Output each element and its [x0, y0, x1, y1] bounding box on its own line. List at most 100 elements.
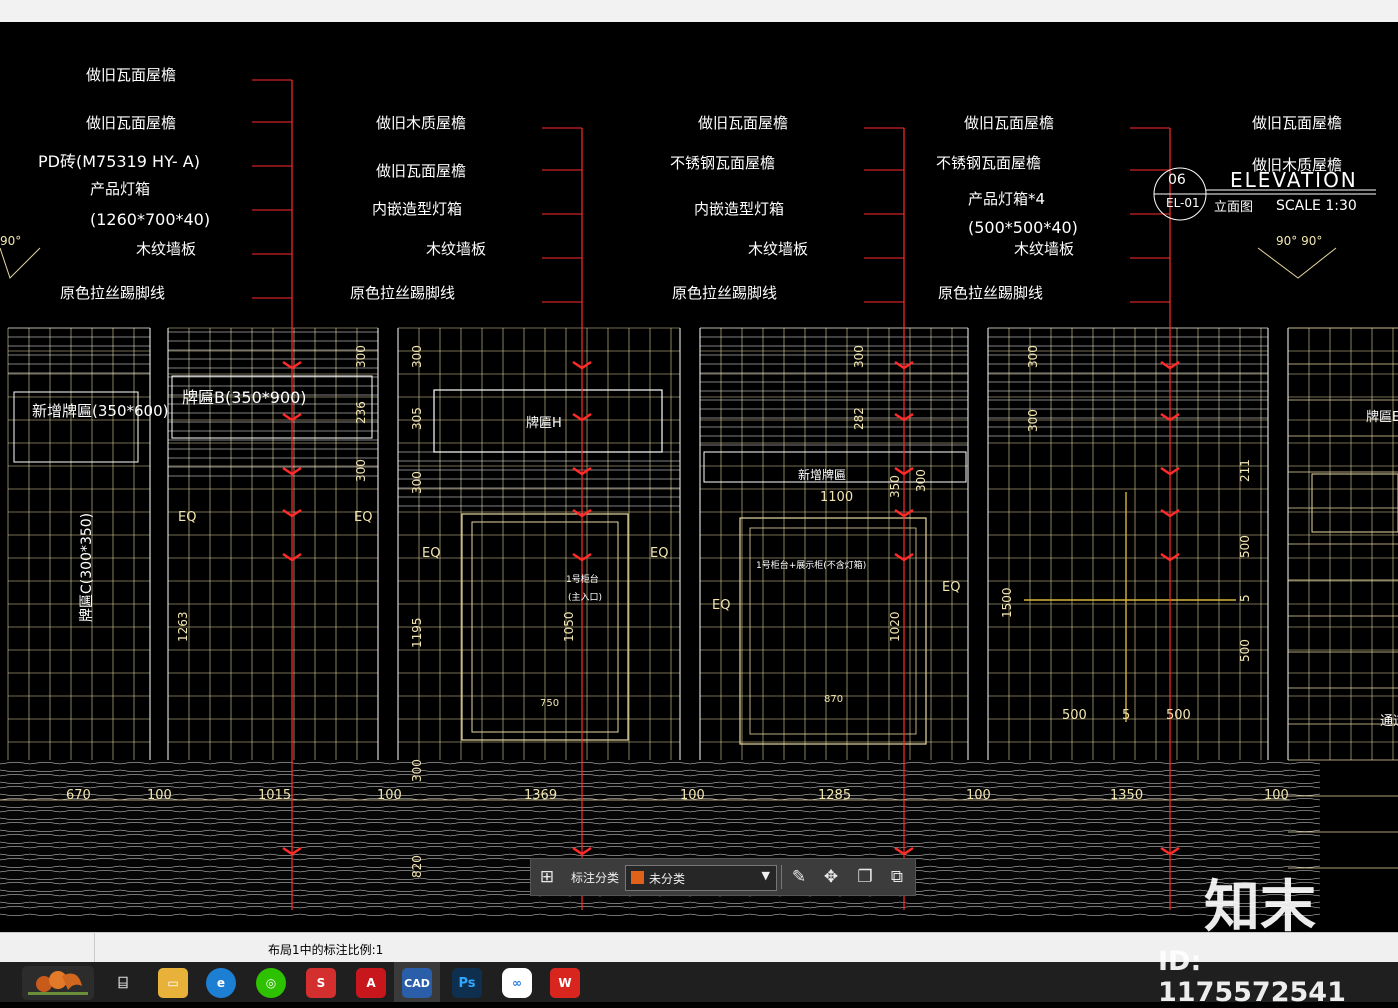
copy-icon[interactable]: ❐	[853, 865, 877, 889]
dim-vertical: 236	[354, 401, 368, 424]
label-product-lightbox-4: 产品灯箱*4	[968, 190, 1046, 208]
label-lightbox-size: (1260*700*40)	[90, 210, 211, 229]
dim-vertical: 1020	[888, 611, 902, 642]
dim-vertical: 282	[852, 407, 866, 430]
chevron-down-icon: ▼	[761, 869, 770, 882]
label-tile-code: PD砖(M75319 HY- A)	[38, 152, 200, 171]
eq-mark: EQ	[422, 546, 441, 561]
dim-vertical: 300	[410, 345, 424, 368]
ie-browser-icon[interactable]: e	[206, 968, 236, 998]
annex-panel	[1311, 473, 1398, 533]
angle-mark-right: 90° 90°	[1276, 234, 1323, 248]
label-roof-3a: 做旧瓦面屋檐	[698, 114, 789, 132]
dim-vertical: 305	[410, 407, 424, 430]
annotation-toolbar: ⊞ 标注分类 未分类 ▼ ✎ ✥ ❐ ⧉	[530, 858, 916, 896]
category-selected-value: 未分类	[649, 872, 686, 886]
task-view-icon[interactable]: ⌸	[108, 968, 138, 998]
dim-inner: 750	[540, 698, 560, 709]
eq-mark: EQ	[354, 510, 373, 525]
label-roof-1b: 做旧瓦面屋檐	[86, 114, 177, 132]
sign-new-plaque-2: 新增牌匾	[798, 468, 847, 482]
angle-mark-left-shape	[0, 247, 41, 279]
squirrel-logo	[22, 966, 94, 1000]
label-roof-1a: 做旧瓦面屋檐	[86, 66, 177, 84]
label-inset-lightbox-3: 内嵌造型灯箱	[694, 200, 785, 218]
move-icon[interactable]: ✥	[819, 865, 843, 889]
dim-bottom: 100	[1264, 788, 1289, 803]
sign-new-plaque: 新增牌匾(350*600)	[32, 402, 169, 420]
label-skirting-1: 原色拉丝踢脚线	[60, 284, 166, 302]
label-roof-2b: 做旧瓦面屋檐	[376, 162, 467, 180]
wood-grain-line	[0, 913, 1321, 916]
paste-icon[interactable]: ⧉	[885, 865, 909, 889]
baidu-netdisk-icon[interactable]: ∞	[502, 968, 532, 998]
autocad-icon[interactable]: A	[356, 968, 386, 998]
label-wood-panel-1: 木纹墙板	[136, 240, 197, 258]
dim-vertical: 300	[1026, 409, 1040, 432]
eq-mark: EQ	[650, 546, 669, 561]
dim-inner: 500	[1062, 708, 1087, 723]
dim-bottom: 100	[966, 788, 991, 803]
angle-mark-right-shape	[1257, 247, 1337, 279]
label-roof-2a: 做旧木质屋檐	[376, 114, 467, 132]
label-lightbox-size-4: (500*500*40)	[968, 218, 1078, 237]
label-skirting-3: 原色拉丝踢脚线	[672, 284, 778, 302]
annotation-scale-status: 布局1中的标注比例:1	[268, 943, 384, 957]
dim-inner: 500	[1166, 708, 1191, 723]
cabinet-label: 1号柜台	[566, 575, 599, 585]
dim-vertical: 211	[1238, 459, 1252, 482]
title-code: EL-01	[1166, 196, 1200, 210]
dim-vertical: 300	[914, 469, 928, 492]
label-roof-4a: 做旧瓦面屋檐	[964, 114, 1055, 132]
sign-plaque-c: 牌匾C(300*350)	[79, 512, 95, 622]
dim-inner: 1100	[820, 490, 854, 505]
dim-inner: 5	[1122, 708, 1131, 723]
category-color-swatch	[631, 871, 644, 884]
toolbar-divider	[781, 865, 782, 889]
label-inset-lightbox-2: 内嵌造型灯箱	[372, 200, 463, 218]
dim-bottom: 1350	[1110, 788, 1144, 803]
squirrel-logo-image	[28, 971, 88, 995]
title-elevation: ELEVATION	[1230, 168, 1358, 192]
title-subtitle: 立面图	[1214, 200, 1254, 215]
label-steel-roof-3: 不锈钢瓦面屋檐	[670, 154, 776, 172]
sign-plaque-e: 牌匾E	[1366, 410, 1398, 425]
dim-vertical: 300	[354, 459, 368, 482]
eq-mark: EQ	[178, 510, 197, 525]
label-product-lightbox: 产品灯箱	[90, 180, 151, 198]
title-number: 06	[1168, 172, 1186, 188]
annotation-category-label: 标注分类	[571, 871, 620, 885]
dim-vertical: 1500	[1000, 587, 1014, 618]
label-steel-roof-4: 不锈钢瓦面屋檐	[936, 154, 1042, 172]
photoshop-icon[interactable]: Ps	[452, 968, 482, 998]
annotation-category-select[interactable]: 未分类 ▼	[625, 865, 777, 891]
label-wood-panel-3: 木纹墙板	[748, 240, 809, 258]
right-partial-label: 通道	[1380, 714, 1398, 729]
eq-mark: EQ	[942, 580, 961, 595]
title-scale: SCALE 1:30	[1276, 198, 1357, 214]
dim-bottom: 670	[66, 788, 91, 803]
dim-bottom: 1015	[258, 788, 292, 803]
edit-icon[interactable]: ✎	[787, 865, 811, 889]
sign-plaque-h: 牌匾H	[526, 416, 562, 431]
window-top-bar	[0, 0, 1398, 23]
dim-inner: 870	[824, 694, 844, 705]
label-skirting-2: 原色拉丝踢脚线	[350, 284, 456, 302]
dim-vertical: 1050	[562, 611, 576, 642]
grid-icon[interactable]: ⊞	[535, 865, 559, 889]
dim-vertical: 5	[1238, 594, 1252, 602]
frame-label: 1号柜台+展示柜(不含灯箱)	[756, 561, 867, 571]
angle-mark-left: 90°	[0, 234, 22, 248]
cad-drawing-canvas[interactable]: 做旧瓦面屋檐 做旧瓦面屋檐 PD砖(M75319 HY- A) 产品灯箱 (12…	[0, 22, 1398, 932]
dim-vertical: 500	[1238, 639, 1252, 662]
cad-viewer-icon[interactable]: CAD	[402, 968, 432, 998]
dim-vertical: 300	[410, 759, 424, 782]
dim-vertical: 350	[888, 475, 902, 498]
dim-vertical: 300	[354, 345, 368, 368]
cabinet-sub-label: (主入口)	[568, 593, 603, 603]
wps-icon[interactable]: W	[550, 968, 580, 998]
file-explorer-icon[interactable]: ▭	[158, 968, 188, 998]
sketchup-icon[interactable]: S	[306, 968, 336, 998]
label-skirting-4: 原色拉丝踢脚线	[938, 284, 1044, 302]
wechat-icon[interactable]: ◎	[256, 968, 286, 998]
